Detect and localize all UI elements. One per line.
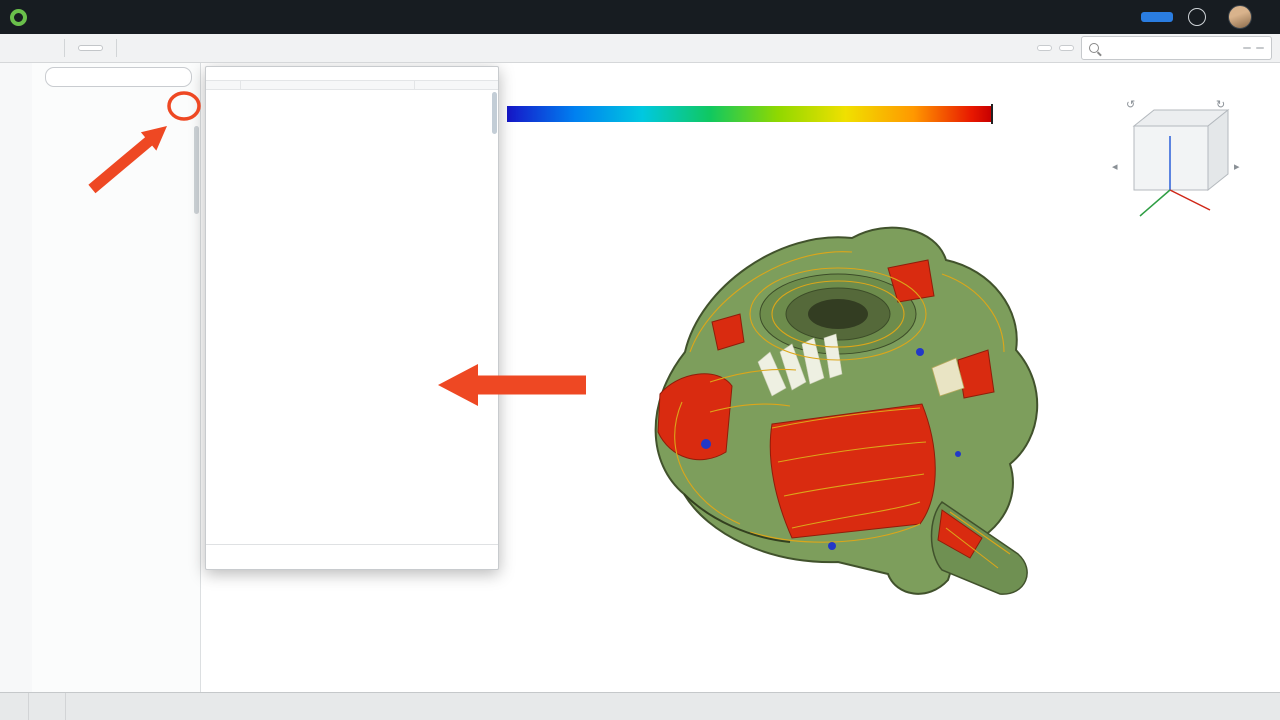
view-cube[interactable]: ◂ ▸ ↺ ↻ <box>1082 84 1272 244</box>
model-lower-rear-cover[interactable] <box>590 202 1070 602</box>
search-tools-box <box>1081 36 1272 60</box>
left-rail <box>0 62 33 693</box>
share-button[interactable] <box>1141 12 1173 22</box>
curvature-color-scale[interactable] <box>507 106 991 122</box>
toolbar <box>0 34 1280 63</box>
material-dropdown[interactable] <box>1059 45 1074 51</box>
appearance-dropdown[interactable] <box>1037 45 1052 51</box>
topbar <box>0 0 1280 34</box>
view-cube-front-face[interactable] <box>1134 126 1208 190</box>
avatar[interactable] <box>1228 5 1252 29</box>
redo-button[interactable] <box>34 37 58 59</box>
column-feature-name[interactable] <box>240 81 414 89</box>
toolbar-divider <box>64 39 65 57</box>
x-axis <box>1170 190 1210 210</box>
toolbar-right <box>1037 36 1272 60</box>
regen-table-body <box>206 90 498 544</box>
add-tab-button[interactable] <box>0 693 29 720</box>
rotate-cw-icon[interactable]: ↻ <box>1216 99 1225 111</box>
parts-section-header[interactable] <box>32 100 200 122</box>
help-button[interactable] <box>1188 8 1206 26</box>
toolbar-divider <box>116 39 117 57</box>
scrollbar-thumb[interactable] <box>492 92 497 134</box>
regeneration-times-dialog <box>205 66 499 570</box>
model-opening-hole <box>808 299 868 329</box>
search-icon <box>1089 43 1099 53</box>
undo-button[interactable] <box>8 37 32 59</box>
rotate-ccw-icon[interactable]: ↺ <box>1126 99 1135 111</box>
shortcut-c-key <box>1256 47 1264 49</box>
feature-filter-row <box>32 62 200 92</box>
onshape-logo-icon <box>10 9 27 26</box>
search-tools-input[interactable] <box>1104 40 1238 56</box>
y-axis <box>1140 190 1170 216</box>
regen-table-header <box>206 80 498 90</box>
tabbar <box>0 692 1280 720</box>
scrollbar-thumb[interactable] <box>194 126 199 214</box>
shortcut-alt-key <box>1243 47 1251 49</box>
features-header <box>32 92 200 100</box>
home-button[interactable] <box>29 693 66 720</box>
composite-parts-header[interactable] <box>32 122 200 144</box>
scale-ticks <box>507 122 991 148</box>
rotate-left-icon[interactable]: ◂ <box>1112 161 1118 173</box>
sketch-button[interactable] <box>78 45 103 51</box>
dialog-title-bar[interactable] <box>206 67 498 80</box>
onshape-logo[interactable] <box>10 9 32 26</box>
feature-panel <box>32 62 201 693</box>
dialog-footer <box>206 544 498 569</box>
column-number[interactable] <box>206 81 240 89</box>
rotate-right-icon[interactable]: ▸ <box>1234 161 1240 173</box>
feature-filter-input[interactable] <box>45 67 192 87</box>
scale-end-marker <box>991 104 993 124</box>
onshape-app: ◂ ▸ ↺ ↻ <box>0 0 1280 720</box>
column-time[interactable] <box>414 81 498 89</box>
